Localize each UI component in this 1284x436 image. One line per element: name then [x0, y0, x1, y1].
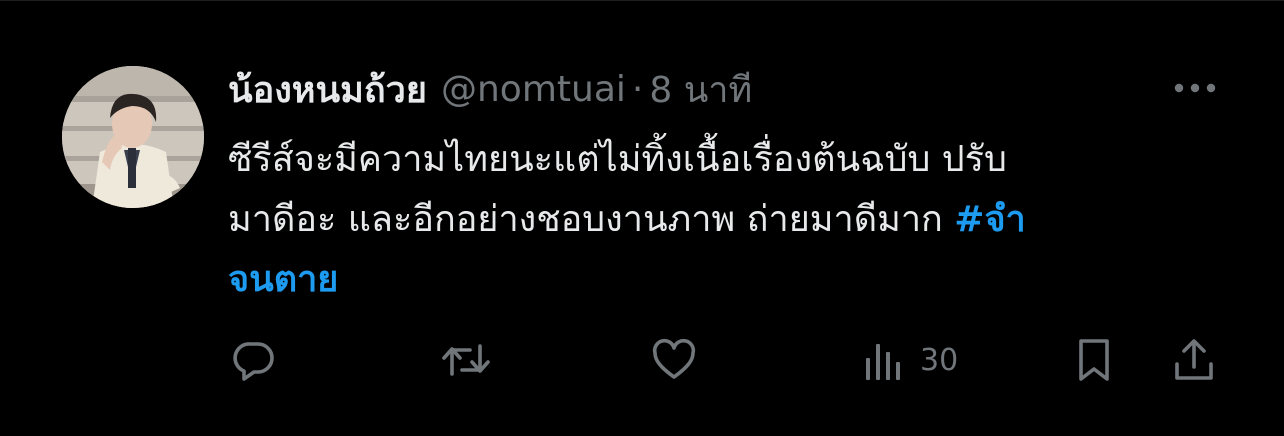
heart-icon	[652, 338, 696, 379]
timestamp[interactable]: 8 นาที	[649, 61, 752, 118]
avatar-photo	[62, 66, 204, 208]
tweet-text-segment: มาดีอะ และอีกอย่างชอบงานภาพ ถ่ายมาดีมาก	[228, 199, 955, 240]
reply-button[interactable]	[230, 330, 278, 390]
like-button[interactable]	[650, 330, 698, 390]
share-icon	[1175, 339, 1213, 380]
views-button[interactable]: 30	[862, 330, 958, 390]
action-bar: 30	[0, 330, 1284, 390]
hashtag-link[interactable]: #จำ	[954, 199, 1025, 240]
bookmark-button[interactable]	[1072, 330, 1116, 390]
share-button[interactable]	[1172, 330, 1216, 390]
more-button[interactable]	[1170, 76, 1220, 100]
display-name[interactable]: น้องหนมถ้วย	[228, 61, 427, 118]
tweet-text-line: จนตาย	[228, 250, 1238, 310]
tweet-text-line: มาดีอะ และอีกอย่างชอบงานภาพ ถ่ายมาดีมาก …	[228, 190, 1238, 250]
retweet-button[interactable]	[440, 330, 492, 390]
top-divider	[0, 0, 1284, 1]
tweet-text-line: ซีรีส์จะมีความไทยนะแต่ไม่ทิ้งเนื้อเรื่อง…	[228, 139, 1007, 180]
avatar[interactable]	[62, 66, 204, 208]
more-icon	[1174, 83, 1216, 93]
hashtag-link[interactable]: จนตาย	[228, 259, 338, 300]
tweet-header: น้องหนมถ้วย @nomtuai · 8 นาที	[228, 64, 752, 114]
user-handle[interactable]: @nomtuai	[441, 69, 626, 110]
views-icon	[866, 344, 900, 380]
separator-dot: ·	[631, 68, 644, 110]
views-count: 30	[920, 342, 959, 378]
bookmark-icon	[1079, 339, 1109, 381]
reply-icon	[233, 342, 274, 381]
retweet-icon	[442, 344, 490, 376]
tweet-text: ซีรีส์จะมีความไทยนะแต่ไม่ทิ้งเนื้อเรื่อง…	[228, 130, 1238, 310]
